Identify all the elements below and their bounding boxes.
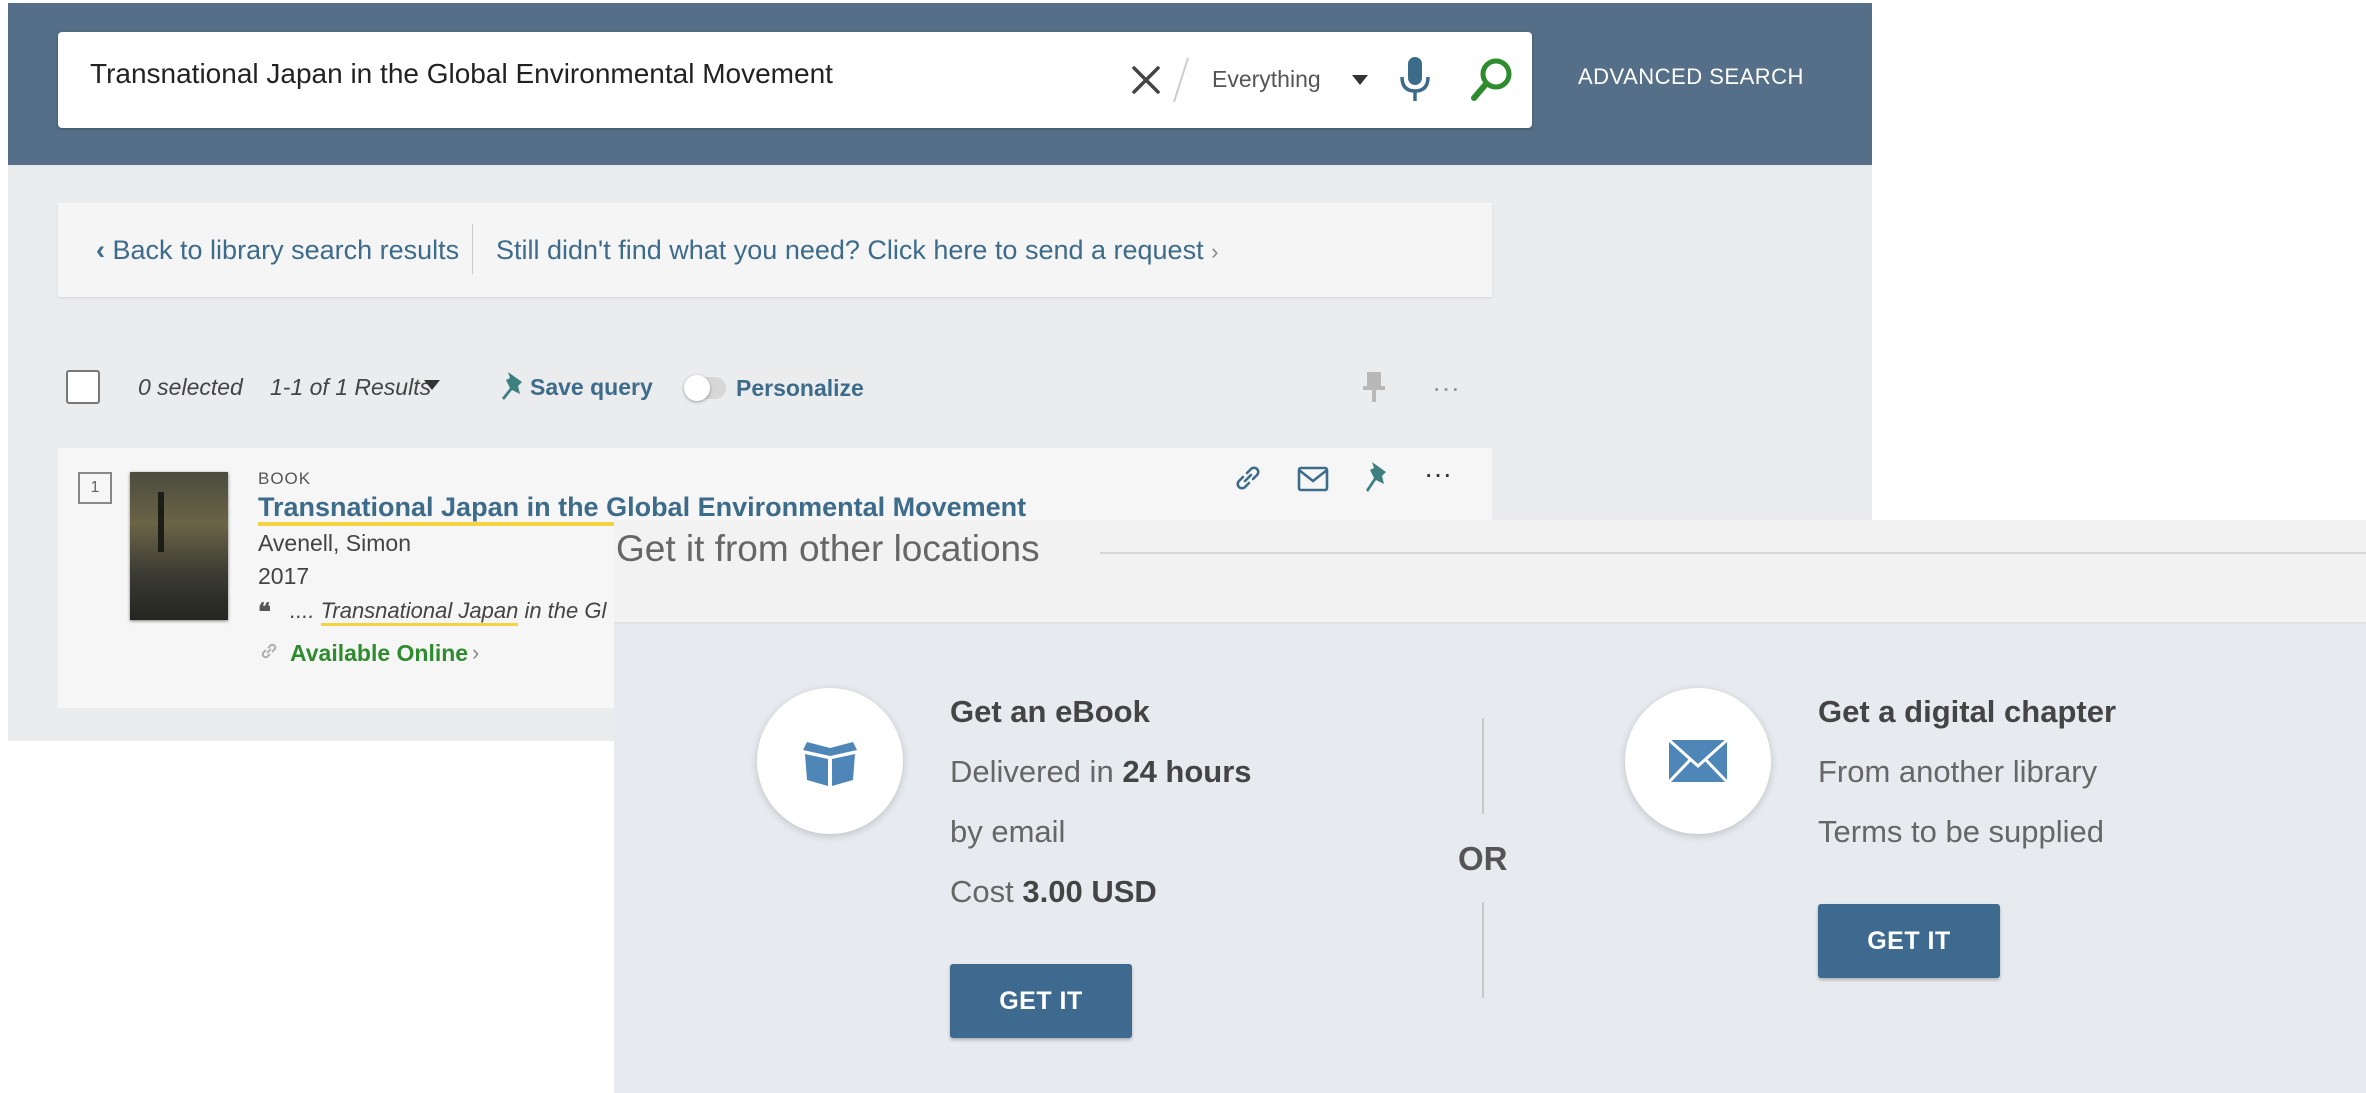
save-query-button[interactable]: Save query	[530, 374, 653, 401]
ebook-delivery-time: 24 hours	[1122, 754, 1252, 789]
ebook-delivery-prefix: Delivered in	[950, 754, 1114, 789]
cost-currency: USD	[1091, 874, 1157, 909]
or-divider	[1482, 718, 1484, 814]
ebook-delivery: Delivered in 24 hours	[950, 754, 1252, 790]
chapter-terms: Terms to be supplied	[1818, 814, 2105, 849]
available-online-link[interactable]: Available Online	[290, 640, 468, 667]
result-author: Avenell, Simon	[258, 530, 411, 556]
request-link-label: Still didn't find what you need? Click h…	[496, 235, 1204, 265]
microphone-icon[interactable]	[1398, 55, 1432, 103]
link-icon	[261, 643, 277, 659]
pin-icon[interactable]	[1362, 460, 1390, 496]
chapter-source: From another library	[1818, 754, 2098, 789]
permalink-icon[interactable]	[1232, 462, 1264, 494]
send-request-link[interactable]: Still didn't find what you need? Click h…	[496, 235, 1218, 266]
pin-icon[interactable]	[498, 370, 528, 402]
search-icon[interactable]	[1470, 56, 1514, 104]
chevron-right-icon[interactable]: ›	[472, 640, 479, 666]
cost-value: 3.00	[1022, 874, 1083, 909]
book-cover-image[interactable]: ​	[130, 472, 228, 620]
back-link-label: Back to library search results	[112, 235, 460, 265]
result-index: 1	[78, 472, 112, 504]
ebook-cost: Cost 3.00 USD	[950, 874, 1157, 910]
get-ebook-button[interactable]: GET IT	[950, 964, 1132, 1038]
cost-label: Cost	[950, 874, 1014, 909]
search-input[interactable]: Transnational Japan in the Global Enviro…	[90, 58, 833, 90]
panel-title: Get it from other locations	[616, 528, 1040, 569]
or-label: OR	[1458, 840, 1508, 877]
chevron-left-icon: ‹	[96, 235, 105, 265]
snippet-prefix: ....	[290, 598, 315, 623]
or-divider	[1482, 902, 1484, 998]
envelope-icon	[1667, 738, 1729, 784]
email-icon[interactable]	[1296, 464, 1330, 494]
back-to-results-link[interactable]: ‹ Back to library search results	[96, 235, 459, 266]
quote-icon: ❝	[258, 599, 271, 626]
scope-select[interactable]: Everything	[1212, 66, 1321, 93]
chapter-title: Get a digital chapter	[1818, 694, 2117, 729]
chapter-option-icon	[1625, 688, 1771, 834]
chevron-down-icon[interactable]	[424, 380, 440, 390]
ebook-method: by email	[950, 814, 1066, 849]
more-options-icon[interactable]: ···	[1424, 458, 1452, 490]
ebook-title: Get an eBook	[950, 694, 1150, 729]
results-count-dropdown[interactable]: 1-1 of 1 Results	[270, 374, 431, 401]
more-options-icon[interactable]: ···	[1432, 372, 1466, 403]
chevron-down-icon[interactable]	[1352, 75, 1368, 85]
result-snippet: .... Transnational Japan in the Gl	[290, 598, 607, 626]
advanced-search-link[interactable]: ADVANCED SEARCH	[1578, 64, 1804, 90]
ebook-option-icon	[757, 688, 903, 834]
title-rule	[1100, 552, 2366, 554]
select-all-checkbox[interactable]	[66, 370, 100, 404]
breadcrumb-separator	[472, 224, 473, 274]
selected-count: 0 selected	[138, 374, 243, 400]
search-divider	[1173, 57, 1189, 103]
clear-search-icon[interactable]	[1128, 62, 1164, 98]
pin-icon[interactable]	[1362, 370, 1386, 404]
snippet-rest: in the Gl	[524, 598, 607, 623]
get-chapter-button[interactable]: GET IT	[1818, 904, 2000, 978]
open-box-icon	[803, 742, 857, 786]
chevron-right-icon: ›	[1211, 239, 1219, 264]
snippet-highlight: Transnational Japan	[320, 598, 519, 626]
personalize-toggle[interactable]	[684, 375, 726, 401]
result-type: BOOK	[258, 469, 312, 488]
result-year: 2017	[258, 563, 310, 589]
personalize-label[interactable]: Personalize	[736, 375, 864, 402]
